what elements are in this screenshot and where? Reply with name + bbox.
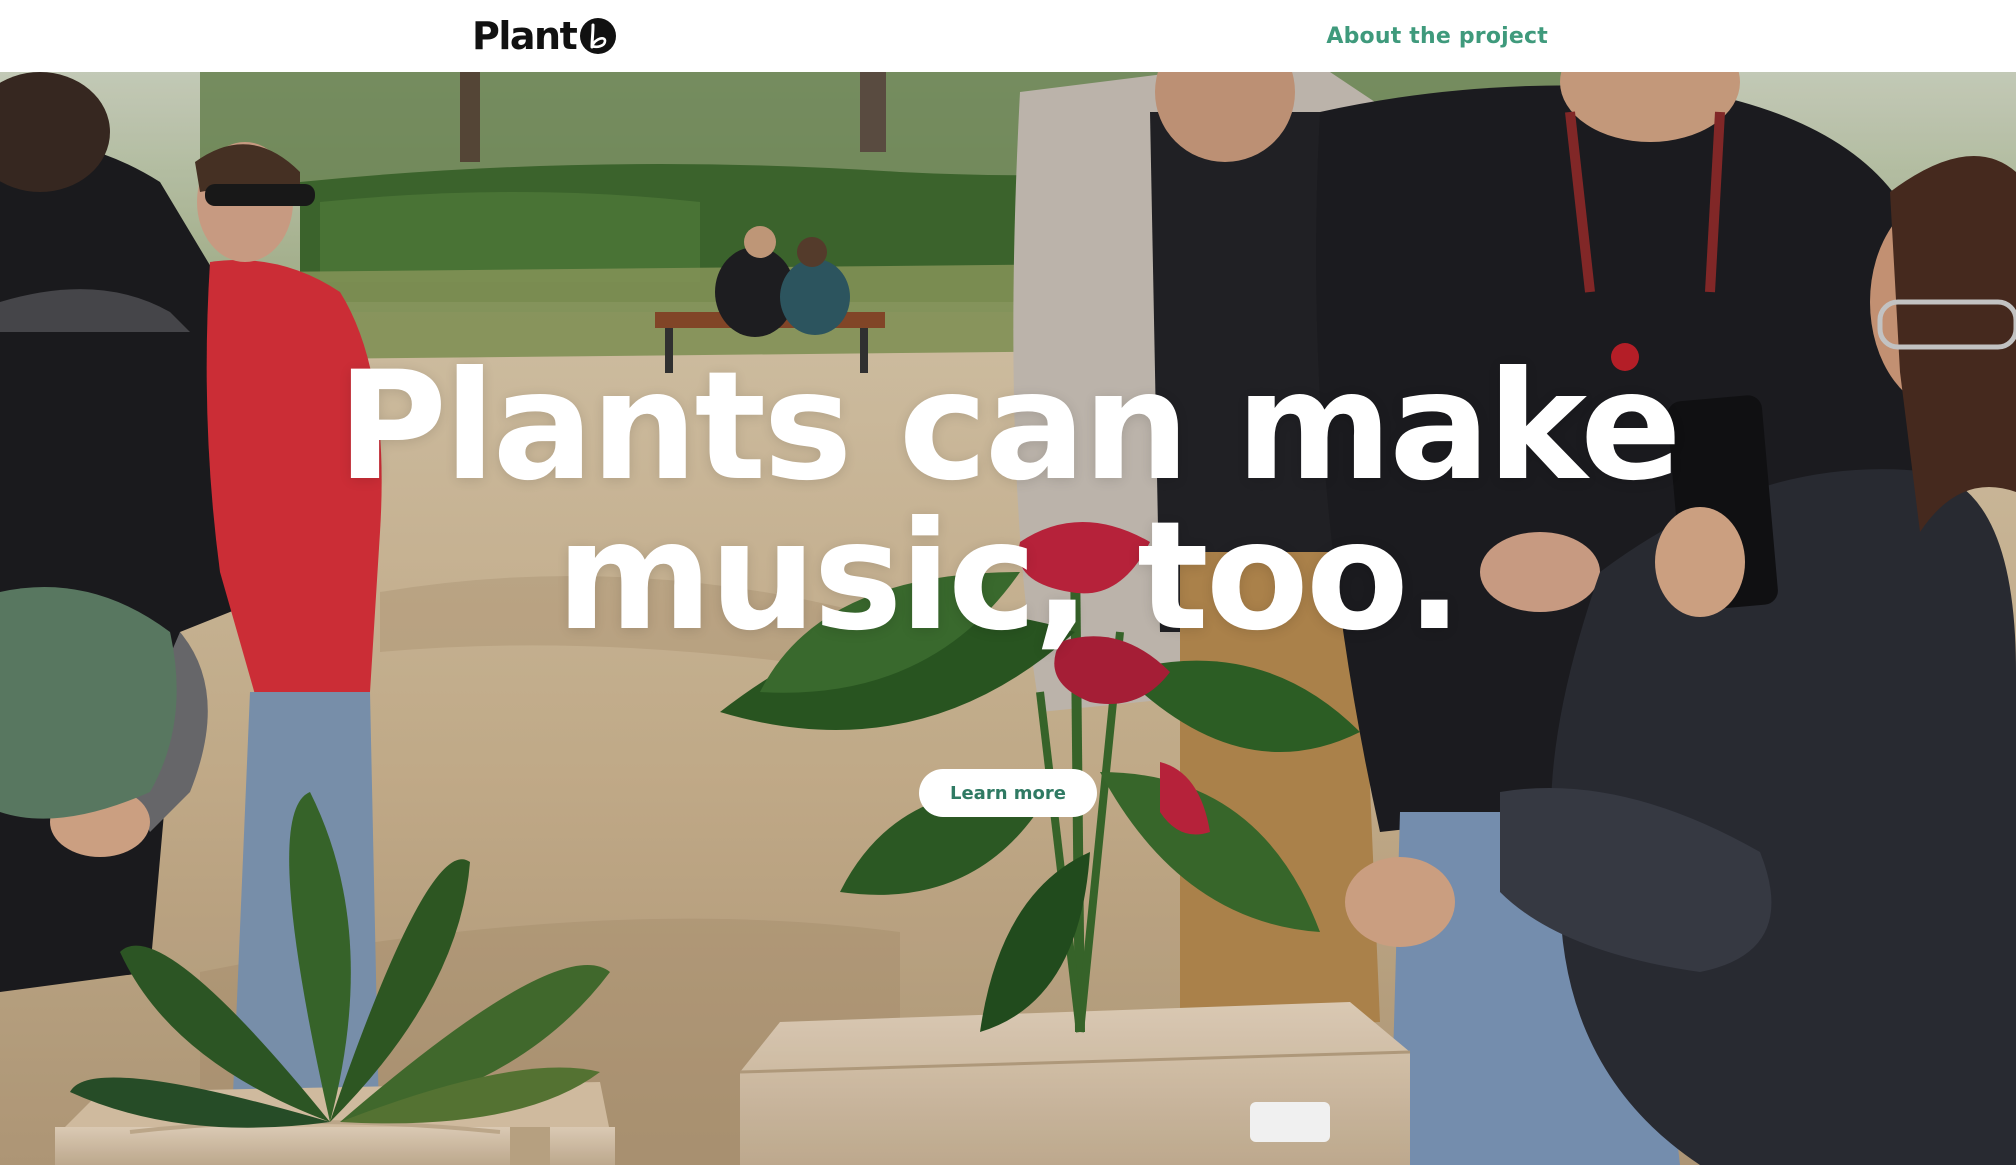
- logo-wordmark: Plant: [472, 14, 578, 58]
- nav-about-project[interactable]: About the project: [1326, 22, 1548, 52]
- leaf-b-circle-icon: [580, 18, 617, 54]
- learn-more-button[interactable]: Learn more: [919, 769, 1097, 817]
- hero-title: Plants can make music, too.: [0, 352, 2016, 652]
- hero-section: Plants can make music, too. Learn more: [0, 72, 2016, 1165]
- logo-link[interactable]: Plant: [472, 14, 618, 58]
- hero-title-line-1: Plants can make: [337, 340, 1682, 514]
- hero-title-line-2: music, too.: [556, 490, 1463, 664]
- site-header: Plant About the project: [0, 0, 2016, 72]
